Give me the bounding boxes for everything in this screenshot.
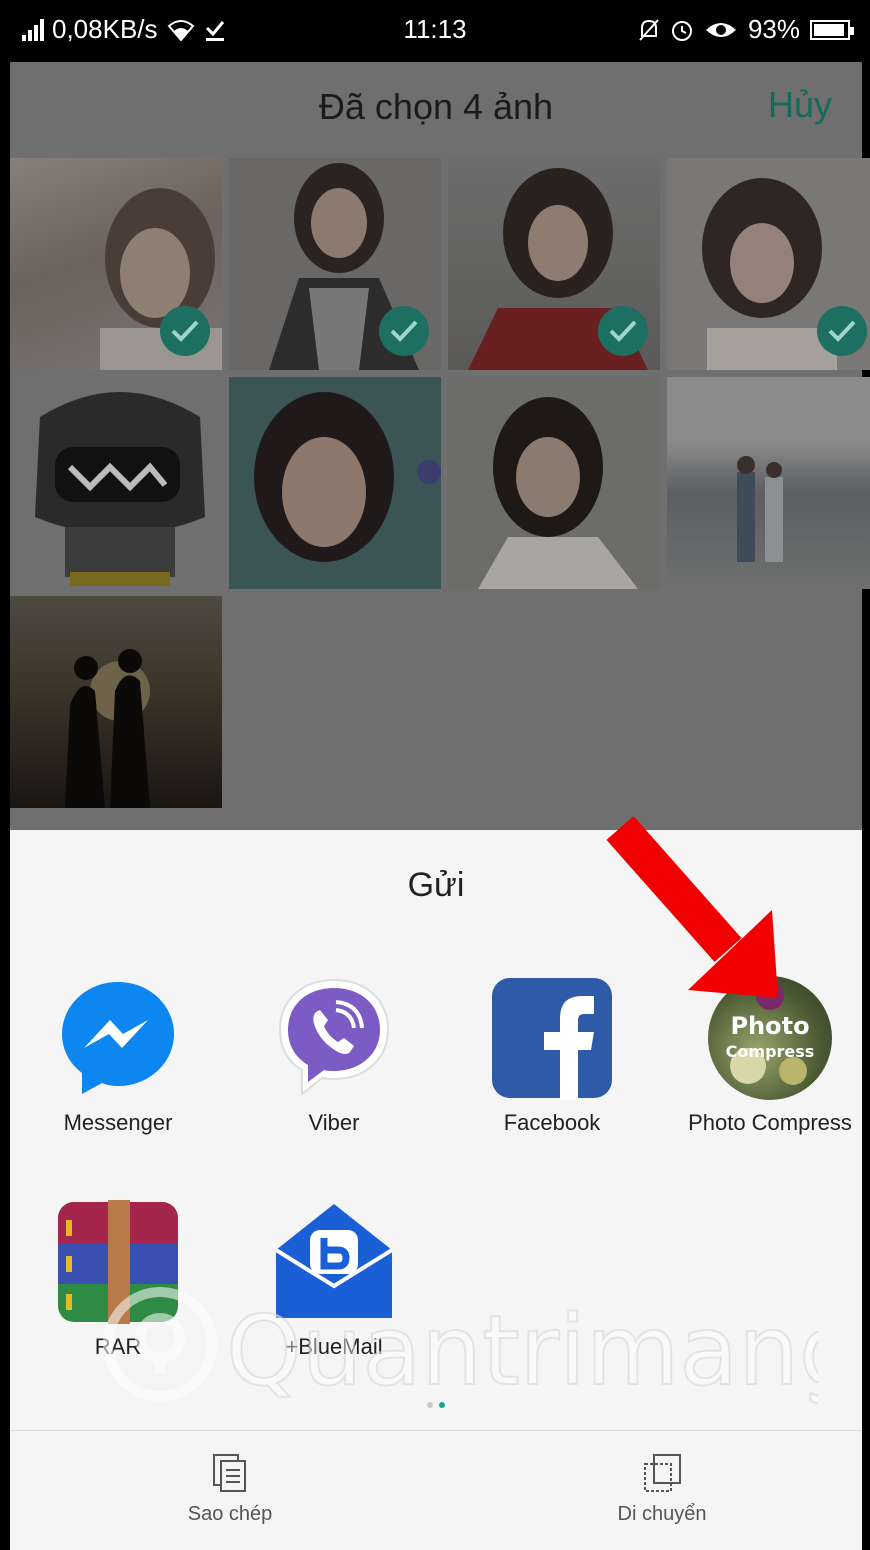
photo-tile[interactable] — [448, 158, 660, 370]
selected-check-icon — [598, 306, 648, 356]
share-option-messenger[interactable]: Messenger — [18, 976, 218, 1136]
share-option-photo-compress[interactable]: Photo Compress Photo Compress — [670, 976, 870, 1136]
move-icon — [642, 1453, 682, 1493]
photo-tile[interactable] — [448, 377, 660, 589]
copy-button[interactable]: Sao chép — [120, 1453, 340, 1526]
page-dot-active — [439, 1402, 445, 1408]
photo-tile[interactable] — [10, 377, 222, 589]
share-sheet: Gửi Messenger Viber Facebook Photo Compr… — [10, 830, 862, 1550]
photo-tile[interactable] — [229, 377, 441, 589]
copy-label: Sao chép — [187, 1503, 273, 1525]
rar-icon — [56, 1200, 180, 1324]
photo-compress-icon-subtext: Compress — [725, 1042, 815, 1061]
notification-off-icon — [639, 18, 659, 41]
move-label: Di chuyển — [617, 1503, 707, 1525]
share-sheet-title: Gửi — [407, 866, 465, 904]
share-option-label: Facebook — [503, 1110, 601, 1135]
messenger-icon — [56, 976, 180, 1100]
page-dot — [427, 1402, 433, 1408]
selection-header: Đã chọn 4 ảnh Hủy — [10, 62, 862, 154]
battery-icon — [810, 19, 854, 40]
copy-icon — [210, 1453, 250, 1493]
photo-tile[interactable] — [10, 158, 222, 370]
status-bar: 0,08KB/s 11:13 93% — [0, 0, 870, 62]
share-option-label: Messenger — [63, 1110, 173, 1135]
cancel-button[interactable]: Hủy — [768, 84, 832, 126]
alarm-icon — [671, 20, 692, 41]
photo-tile[interactable] — [10, 596, 222, 808]
status-right: 93% — [638, 14, 854, 45]
page-indicator — [10, 1402, 862, 1408]
photo-compress-icon: Photo Compress — [708, 976, 832, 1100]
viber-icon — [272, 976, 396, 1100]
selected-check-icon — [379, 306, 429, 356]
share-option-bluemail[interactable]: +BlueMail — [234, 1200, 434, 1360]
photo-tile[interactable] — [667, 158, 870, 370]
selected-check-icon — [817, 306, 867, 356]
eye-icon — [705, 22, 736, 37]
share-option-label: +BlueMail — [285, 1334, 383, 1359]
share-option-label: RAR — [94, 1334, 142, 1359]
selected-check-icon — [160, 306, 210, 356]
photo-grid — [10, 154, 870, 830]
photo-compress-icon-text: Photo — [730, 1012, 810, 1040]
share-option-label: Photo Compress — [688, 1110, 852, 1135]
bottom-action-bar: Sao chép Di chuyển — [10, 1430, 862, 1550]
facebook-icon — [490, 976, 614, 1100]
bluemail-icon — [272, 1200, 396, 1324]
selection-title: Đã chọn 4 ảnh — [318, 86, 554, 127]
share-option-rar[interactable]: RAR — [18, 1200, 218, 1360]
share-option-label: Viber — [308, 1110, 360, 1135]
battery-percent: 93% — [747, 14, 800, 44]
photo-tile[interactable] — [229, 158, 441, 370]
move-button[interactable]: Di chuyển — [552, 1453, 772, 1526]
share-option-viber[interactable]: Viber — [234, 976, 434, 1136]
photo-tile[interactable] — [667, 377, 870, 589]
share-option-facebook[interactable]: Facebook — [452, 976, 652, 1136]
